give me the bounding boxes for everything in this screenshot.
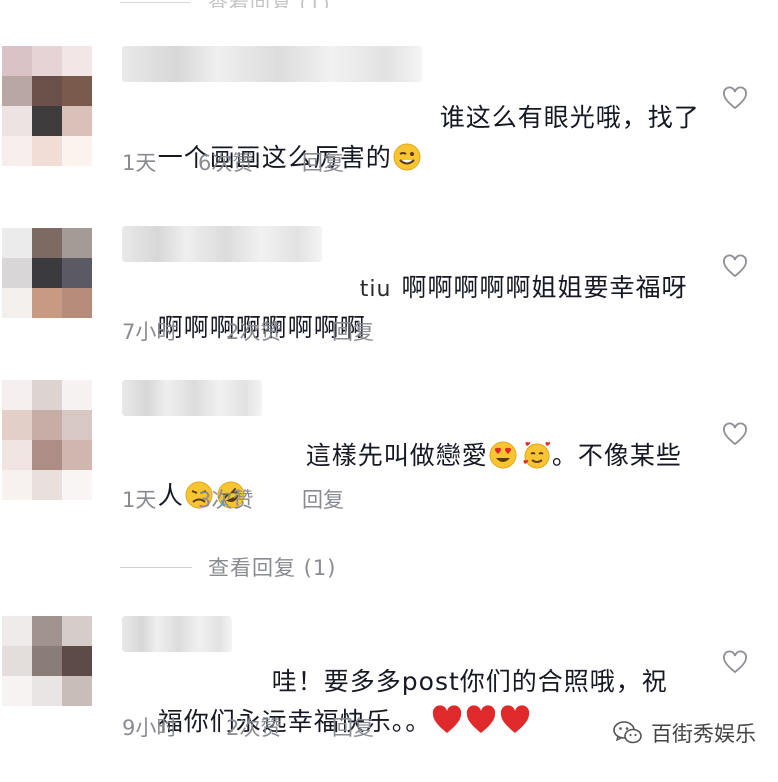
reply-button[interactable]: 回复: [332, 316, 374, 346]
like-heart-icon[interactable]: [722, 650, 748, 676]
avatar[interactable]: [2, 616, 92, 706]
wechat-icon: [613, 721, 642, 744]
like-heart-icon[interactable]: [722, 254, 748, 280]
reply-button[interactable]: 回复: [302, 484, 344, 514]
like-heart-icon[interactable]: [722, 86, 748, 112]
comment-time: 1天: [122, 151, 157, 175]
red-heart-icon: [501, 705, 530, 733]
red-heart-icon: [433, 705, 462, 733]
avatar[interactable]: [2, 228, 92, 318]
wink-emoji-icon: [393, 143, 421, 171]
divider-line: [120, 2, 190, 3]
watermark-label: 百街秀娱乐: [651, 722, 756, 746]
red-heart-icon: [467, 705, 496, 733]
like-count[interactable]: 6次赞: [198, 147, 302, 177]
avatar[interactable]: [2, 380, 92, 500]
comment-meta: 1天 3次赞 回复: [122, 484, 344, 514]
view-replies-row[interactable]: 查看回复 (1): [120, 552, 336, 582]
comment-time: 1天: [122, 488, 157, 512]
comment-time: 9小时: [122, 716, 178, 740]
comment-time: 7小时: [122, 320, 178, 344]
reply-button[interactable]: 回复: [302, 147, 344, 177]
comment-meta: 9小时 2次赞 回复: [122, 712, 374, 742]
like-count[interactable]: 3次赞: [198, 484, 302, 514]
like-count[interactable]: 2次赞: [226, 712, 332, 742]
comment-meta: 1天 6次赞 回复: [122, 147, 344, 177]
view-replies-button[interactable]: 查看回复 (1): [208, 552, 336, 582]
like-heart-icon[interactable]: [722, 422, 748, 448]
divider-line: [120, 566, 192, 568]
like-count[interactable]: 2次赞: [226, 316, 332, 346]
comment-meta: 7小时 2次赞 回复: [122, 316, 374, 346]
avatar[interactable]: [2, 46, 92, 166]
watermark: 百街秀娱乐: [613, 718, 756, 748]
reply-button[interactable]: 回复: [332, 712, 374, 742]
view-replies-partial[interactable]: 查看回复 (1): [208, 0, 331, 8]
top-partial-divider: 查看回复 (1): [120, 0, 350, 8]
